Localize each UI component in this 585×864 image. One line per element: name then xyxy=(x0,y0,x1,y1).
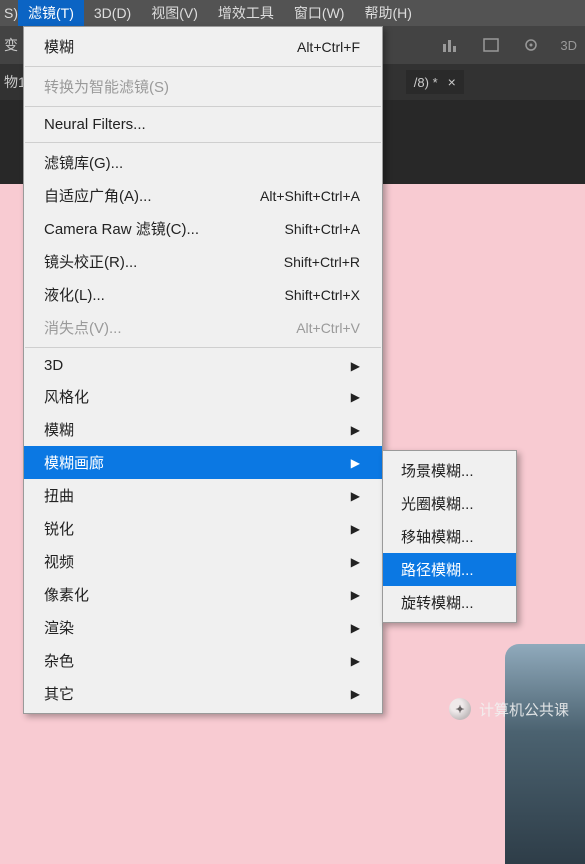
menu-item-label: 杂色 xyxy=(44,650,74,671)
filter-menu-item-13[interactable]: 3D ▶ xyxy=(24,351,382,380)
filter-menu-separator xyxy=(25,347,381,348)
menu-item-label: 锐化 xyxy=(44,518,74,539)
blur-gallery-item-3[interactable]: 路径模糊... xyxy=(383,553,516,586)
menu-item-label: 旋转模糊... xyxy=(401,592,474,613)
document-tab-label: /8) * xyxy=(414,75,438,90)
filter-menu-item-11: 消失点(V)... Alt+Ctrl+V xyxy=(24,311,382,344)
menu-item-label: Camera Raw 滤镜(C)... xyxy=(44,218,199,239)
menu-item-shortcut: Alt+Ctrl+F xyxy=(297,39,360,55)
menubar-trunc-left: S) xyxy=(2,5,18,21)
submenu-arrow-icon: ▶ xyxy=(351,588,360,602)
filter-menu-item-15[interactable]: 模糊 ▶ xyxy=(24,413,382,446)
menu-item-label: 自适应广角(A)... xyxy=(44,185,152,206)
filter-menu-item-8[interactable]: Camera Raw 滤镜(C)... Shift+Ctrl+A xyxy=(24,212,382,245)
submenu-arrow-icon: ▶ xyxy=(351,522,360,536)
filter-menu-separator xyxy=(25,142,381,143)
menubar-item-3d[interactable]: 3D(D) xyxy=(84,2,141,24)
submenu-arrow-icon: ▶ xyxy=(351,654,360,668)
menu-item-label: 模糊 xyxy=(44,419,74,440)
wechat-icon: ✦ xyxy=(449,698,471,720)
menubar-item-view[interactable]: 视图(V) xyxy=(141,0,208,26)
blur-gallery-item-4[interactable]: 旋转模糊... xyxy=(383,586,516,619)
menu-item-label: Neural Filters... xyxy=(44,116,146,133)
menu-item-label: 路径模糊... xyxy=(401,559,474,580)
document-tab[interactable]: /8) * × xyxy=(406,70,464,94)
submenu-arrow-icon: ▶ xyxy=(351,456,360,470)
menu-item-label: 液化(L)... xyxy=(44,284,105,305)
filter-menu-item-6[interactable]: 滤镜库(G)... xyxy=(24,146,382,179)
menu-item-label: 消失点(V)... xyxy=(44,317,122,338)
filter-menu-item-9[interactable]: 镜头校正(R)... Shift+Ctrl+R xyxy=(24,245,382,278)
menubar-item-help[interactable]: 帮助(H) xyxy=(354,0,421,26)
blur-gallery-item-2[interactable]: 移轴模糊... xyxy=(383,520,516,553)
canvas-object xyxy=(505,644,585,864)
menu-item-label: 滤镜库(G)... xyxy=(44,152,123,173)
menu-item-label: 风格化 xyxy=(44,386,89,407)
submenu-arrow-icon: ▶ xyxy=(351,621,360,635)
options-bar-right-icons: 3D xyxy=(440,26,577,64)
filter-menu-item-7[interactable]: 自适应广角(A)... Alt+Shift+Ctrl+A xyxy=(24,179,382,212)
menubar-item-filter[interactable]: 滤镜(T) xyxy=(18,0,84,26)
filter-menu-item-23[interactable]: 其它 ▶ xyxy=(24,677,382,710)
watermark-text: 计算机公共课 xyxy=(479,699,569,720)
close-icon[interactable]: × xyxy=(448,74,456,90)
menu-item-shortcut: Shift+Ctrl+A xyxy=(285,221,360,237)
filter-menu-item-0[interactable]: 模糊 Alt+Ctrl+F xyxy=(24,30,382,63)
menu-item-label: 镜头校正(R)... xyxy=(44,251,137,272)
gear-icon[interactable] xyxy=(520,36,542,54)
blur-gallery-item-0[interactable]: 场景模糊... xyxy=(383,454,516,487)
menu-item-shortcut: Alt+Shift+Ctrl+A xyxy=(260,188,360,204)
menubar-item-window[interactable]: 窗口(W) xyxy=(284,0,355,26)
submenu-arrow-icon: ▶ xyxy=(351,359,360,373)
menu-item-label: 其它 xyxy=(44,683,74,704)
menu-item-shortcut: Alt+Ctrl+V xyxy=(296,320,360,336)
filter-menu-item-22[interactable]: 杂色 ▶ xyxy=(24,644,382,677)
blur-gallery-submenu: 场景模糊... 光圈模糊... 移轴模糊... 路径模糊... 旋转模糊... xyxy=(382,450,517,623)
filter-menu-item-10[interactable]: 液化(L)... Shift+Ctrl+X xyxy=(24,278,382,311)
3d-mode-icon[interactable]: 3D xyxy=(560,38,577,53)
menubar: S) 滤镜(T) 3D(D) 视图(V) 增效工具 窗口(W) 帮助(H) xyxy=(0,0,585,26)
filter-menu-separator xyxy=(25,106,381,107)
menu-item-label: 扭曲 xyxy=(44,485,74,506)
filter-menu-item-16[interactable]: 模糊画廊 ▶ xyxy=(24,446,382,479)
options-bar-trunc: 变 xyxy=(4,35,18,55)
menu-item-shortcut: Shift+Ctrl+R xyxy=(284,254,360,270)
menu-item-label: 渲染 xyxy=(44,617,74,638)
menu-item-label: 光圈模糊... xyxy=(401,493,474,514)
submenu-arrow-icon: ▶ xyxy=(351,555,360,569)
filter-menu-item-4[interactable]: Neural Filters... xyxy=(24,110,382,139)
filter-menu-item-14[interactable]: 风格化 ▶ xyxy=(24,380,382,413)
submenu-arrow-icon: ▶ xyxy=(351,423,360,437)
filter-menu-item-20[interactable]: 像素化 ▶ xyxy=(24,578,382,611)
blur-gallery-item-1[interactable]: 光圈模糊... xyxy=(383,487,516,520)
menu-item-label: 3D xyxy=(44,357,63,374)
filter-menu-item-2: 转换为智能滤镜(S) xyxy=(24,70,382,103)
filter-menu: 模糊 Alt+Ctrl+F 转换为智能滤镜(S) Neural Filters... 滤… xyxy=(23,26,383,714)
menu-item-label: 视频 xyxy=(44,551,74,572)
menu-item-label: 模糊画廊 xyxy=(44,452,104,473)
filter-menu-item-19[interactable]: 视频 ▶ xyxy=(24,545,382,578)
menu-item-label: 移轴模糊... xyxy=(401,526,474,547)
menu-item-shortcut: Shift+Ctrl+X xyxy=(285,287,360,303)
square-icon[interactable] xyxy=(480,36,502,54)
filter-menu-item-17[interactable]: 扭曲 ▶ xyxy=(24,479,382,512)
submenu-arrow-icon: ▶ xyxy=(351,390,360,404)
histogram-icon[interactable] xyxy=(440,36,462,54)
filter-menu-item-21[interactable]: 渲染 ▶ xyxy=(24,611,382,644)
menubar-item-plugins[interactable]: 增效工具 xyxy=(208,0,284,26)
filter-menu-separator xyxy=(25,66,381,67)
filter-menu-item-18[interactable]: 锐化 ▶ xyxy=(24,512,382,545)
submenu-arrow-icon: ▶ xyxy=(351,687,360,701)
submenu-arrow-icon: ▶ xyxy=(351,489,360,503)
menu-item-label: 转换为智能滤镜(S) xyxy=(44,76,169,97)
menu-item-label: 像素化 xyxy=(44,584,89,605)
menu-item-label: 模糊 xyxy=(44,36,74,57)
menu-item-label: 场景模糊... xyxy=(401,460,474,481)
watermark: ✦ 计算机公共课 xyxy=(449,698,569,720)
